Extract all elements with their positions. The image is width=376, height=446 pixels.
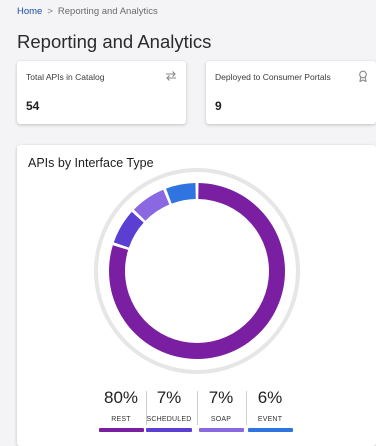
breadcrumb-current: Reporting and Analytics: [57, 6, 158, 17]
breadcrumb: Home > Reporting and Analytics: [17, 6, 158, 17]
donut-slice-event[interactable]: [166, 183, 196, 204]
breadcrumb-home-link[interactable]: Home: [17, 6, 42, 17]
legend-color-bar: [247, 428, 293, 432]
legend-item-scheduled[interactable]: 7% SCHEDULED: [146, 388, 192, 432]
legend-color-bar: [146, 428, 192, 432]
legend-item-event[interactable]: 6% EVENT: [247, 388, 293, 432]
kpi-label: Total APIs in Catalog: [26, 72, 105, 82]
legend-item-soap[interactable]: 7% SOAP: [198, 388, 244, 432]
kpi-label: Deployed to Consumer Portals: [215, 72, 331, 82]
award-ribbon-icon: [359, 70, 367, 82]
legend-item-rest[interactable]: 80% REST: [98, 388, 144, 432]
breadcrumb-separator: >: [47, 6, 53, 17]
legend-label: SCHEDULED: [146, 416, 192, 423]
legend-divider: [246, 391, 247, 425]
legend-label: REST: [111, 416, 131, 423]
page-title: Reporting and Analytics: [17, 31, 212, 52]
legend-value: 80%: [103, 388, 139, 407]
donut-track: [94, 168, 300, 374]
legend-label: SOAP: [210, 416, 232, 423]
legend-color-bar: [98, 428, 144, 432]
legend-value: 7%: [208, 388, 234, 407]
kpi-card-deployed-portals[interactable]: Deployed to Consumer Portals 9: [206, 61, 376, 124]
donut-slice-soap[interactable]: [133, 189, 170, 221]
kpi-value: 54: [26, 99, 40, 113]
legend-value: 7%: [156, 388, 182, 407]
legend-value: 6%: [257, 388, 283, 407]
kpi-value: 9: [215, 99, 222, 113]
legend-color-bar: [198, 428, 244, 432]
donut-slice-scheduled[interactable]: [113, 211, 144, 248]
legend-label: EVENT: [257, 416, 283, 423]
swap-arrows-icon: [166, 71, 176, 81]
chart-card-interface-type: APIs by Interface Type 80% REST 7% SCHEDULE…: [17, 145, 376, 446]
legend-divider: [197, 391, 198, 425]
legend-divider: [146, 391, 147, 425]
kpi-card-total-apis[interactable]: Total APIs in Catalog 54: [17, 61, 186, 124]
